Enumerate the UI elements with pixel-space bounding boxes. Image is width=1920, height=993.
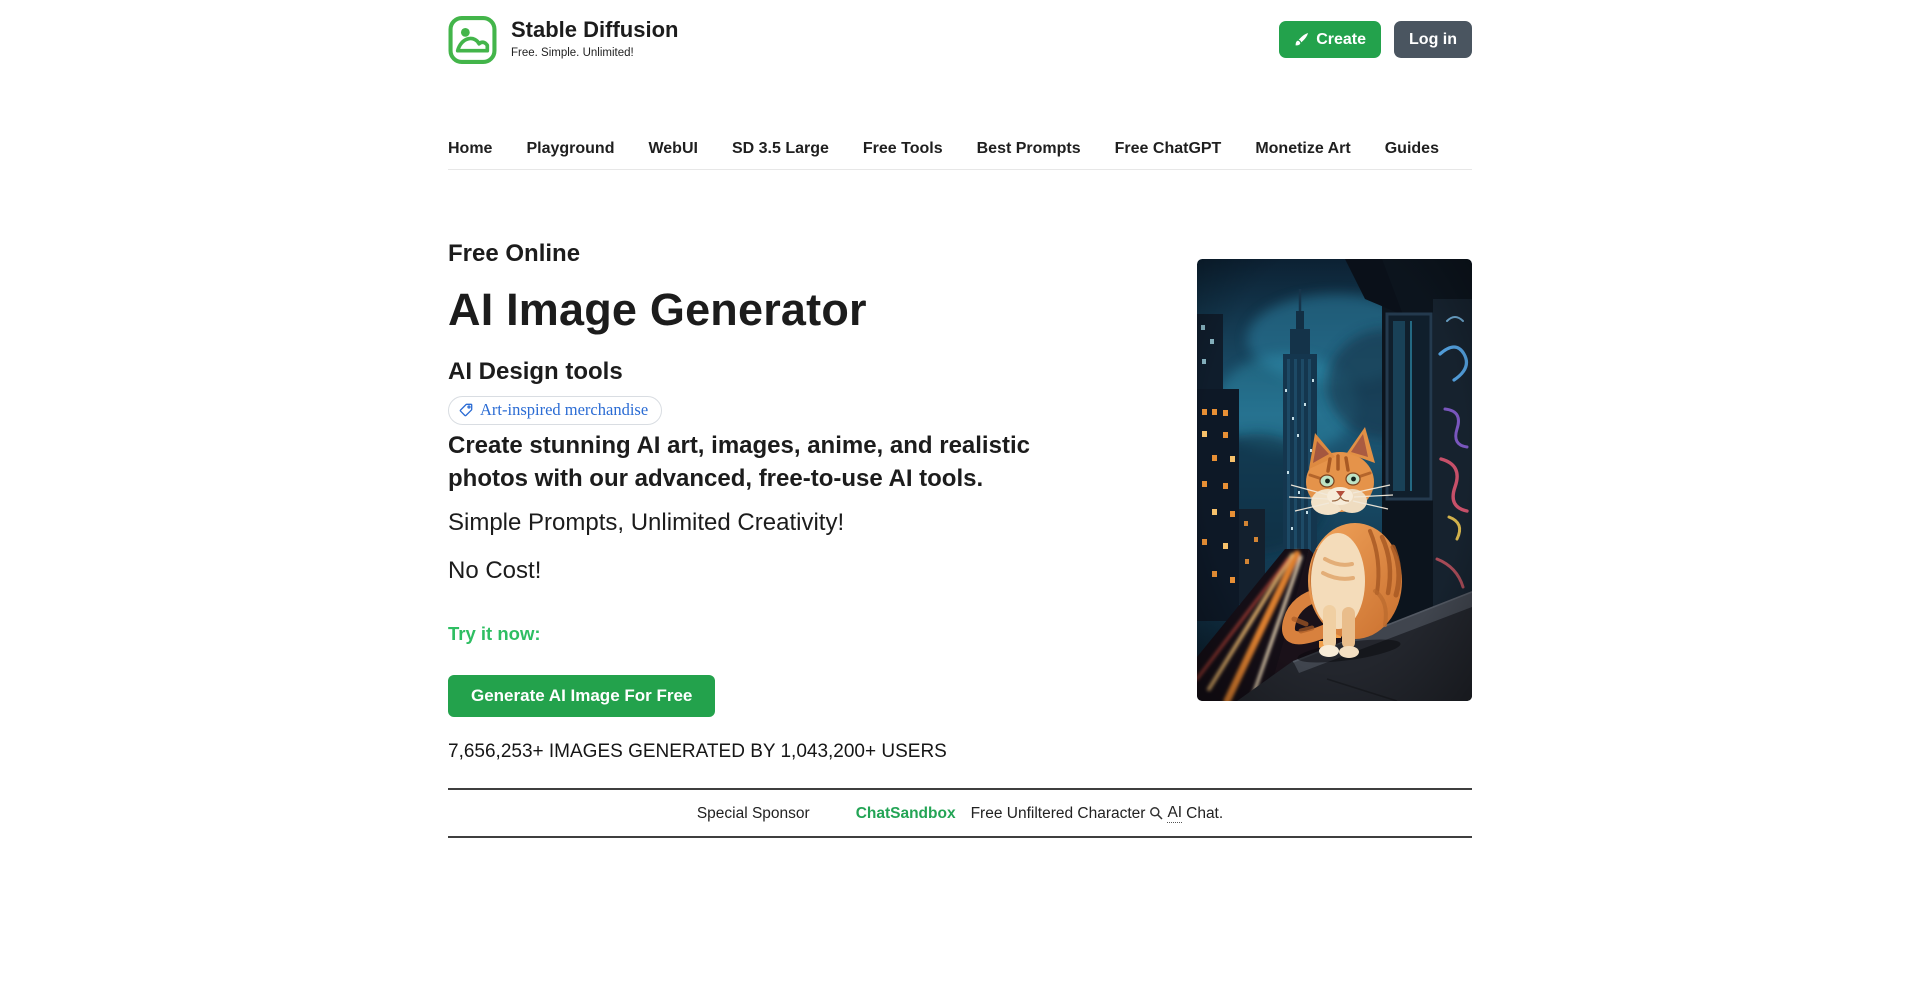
sponsor-description-link[interactable]: Free Unfiltered Character AI Chat. [971,803,1224,823]
hero-kicker: Free Online [448,242,1157,266]
nav-item-free-tools[interactable]: Free Tools [863,140,943,157]
site-header: Stable Diffusion Free. Simple. Unlimited… [448,0,1472,65]
main-nav: Home Playground WebUI SD 3.5 Large Free … [448,139,1472,170]
sponsor-bar: Special Sponsor ChatSandbox Free Unfilte… [448,788,1472,838]
generate-image-button[interactable]: Generate AI Image For Free [448,675,715,717]
hero-section: Free Online AI Image Generator AI Design… [448,242,1472,763]
sponsor-text-before: Free Unfiltered Character [971,804,1146,823]
nav-item-playground[interactable]: Playground [526,140,614,157]
hero-subtitle: AI Design tools [448,359,1157,385]
nav-item-home[interactable]: Home [448,140,492,157]
hero-description: Create stunning AI art, images, anime, a… [448,429,1157,495]
brand-home-link[interactable]: Stable Diffusion Free. Simple. Unlimited… [448,15,678,65]
sponsor-text-after: Chat. [1186,804,1223,823]
hero-tagline-no-cost: No Cost! [448,558,1157,584]
page-title: AI Image Generator [448,285,1157,335]
cat-city-illustration [1197,259,1472,701]
tag-icon [459,403,473,417]
nav-item-free-chatgpt[interactable]: Free ChatGPT [1115,140,1222,157]
page-container: Stable Diffusion Free. Simple. Unlimited… [448,0,1472,838]
login-button-label: Log in [1409,30,1457,49]
nav-item-webui[interactable]: WebUI [648,140,697,157]
hero-tagline-creativity: Simple Prompts, Unlimited Creativity! [448,510,1157,536]
sponsor-label: Special Sponsor [697,804,810,823]
try-it-now-label: Try it now: [448,623,1157,645]
paintbrush-icon [1294,32,1309,47]
nav-item-guides[interactable]: Guides [1385,140,1439,157]
generate-image-button-label: Generate AI Image For Free [471,686,692,706]
nav-item-sd-35-large[interactable]: SD 3.5 Large [732,140,829,157]
hero-image-cat-on-city-ledge [1197,259,1472,701]
nav-item-best-prompts[interactable]: Best Prompts [977,140,1081,157]
magnifier-icon [1149,806,1163,820]
hero-copy: Free Online AI Image Generator AI Design… [448,242,1197,763]
site-title: Stable Diffusion [511,18,678,42]
sponsor-text-abbr: AI [1167,803,1182,823]
hero-description-line1: Create stunning AI art, images, anime, a… [448,429,1157,462]
login-button[interactable]: Log in [1394,21,1472,58]
site-tagline: Free. Simple. Unlimited! [511,47,678,59]
stable-diffusion-logo-icon [448,15,497,65]
nav-item-monetize-art[interactable]: Monetize Art [1255,140,1350,157]
header-actions: Create Log in [1279,15,1472,58]
create-button-label: Create [1316,30,1366,49]
merchandise-badge-label: Art-inspired merchandise [480,400,648,420]
create-button[interactable]: Create [1279,21,1381,58]
sponsor-link-chatsandbox[interactable]: ChatSandbox [856,804,956,823]
merchandise-badge[interactable]: Art-inspired merchandise [448,396,662,425]
hero-description-line2: photos with our advanced, free-to-use AI… [448,462,1157,495]
generation-stats: 7,656,253+ IMAGES GENERATED BY 1,043,200… [448,741,1157,763]
